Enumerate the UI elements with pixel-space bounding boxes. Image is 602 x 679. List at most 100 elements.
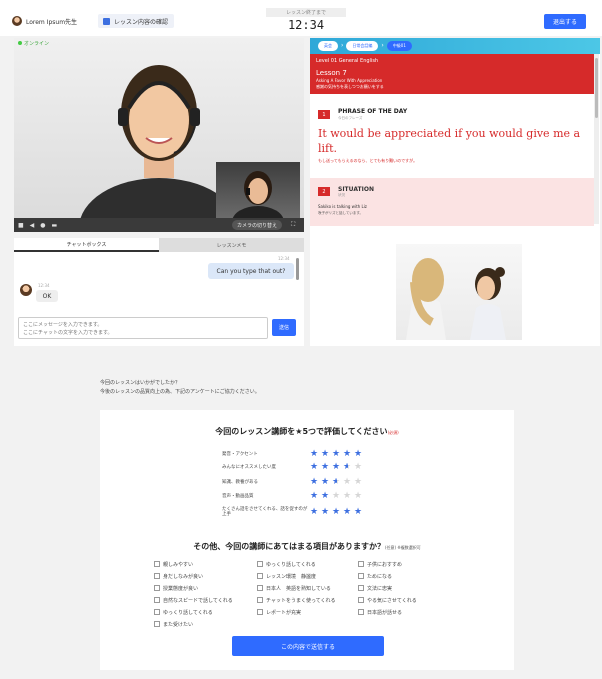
checkbox-option[interactable]: チャットをうまく使ってくれる xyxy=(257,596,336,604)
star-icon[interactable]: ★ xyxy=(343,491,353,501)
checkbox[interactable] xyxy=(257,561,263,567)
checkbox-option[interactable]: レッスン環境 静謐度 xyxy=(257,572,316,580)
star-icon[interactable]: ★ xyxy=(310,477,320,487)
submit-survey-button[interactable]: この内容で送信する xyxy=(232,636,384,656)
checkbox-option[interactable]: また受けたい xyxy=(154,620,193,628)
star-icon[interactable]: ★ xyxy=(321,507,331,517)
mic-icon[interactable]: ● xyxy=(40,222,45,229)
checkbox-option[interactable]: 子供におすすめ xyxy=(358,560,402,568)
checkbox[interactable] xyxy=(358,597,364,603)
scroll-thumb[interactable] xyxy=(595,58,598,118)
lesson-scrollbar[interactable] xyxy=(594,54,599,224)
checkbox-option[interactable]: ゆっくり話してくれる xyxy=(154,608,213,616)
breadcrumb-item-current[interactable]: 中級01 xyxy=(386,41,412,51)
checkbox-option[interactable]: 身だしなみが良い xyxy=(154,572,203,580)
star-icon[interactable]: ★ xyxy=(354,462,364,472)
star-icon[interactable]: ★ xyxy=(332,507,342,517)
star-icon[interactable]: ★ xyxy=(354,491,364,501)
star-icon[interactable]: ★ xyxy=(321,462,331,472)
situation-translation: 咲子がリズと話しています。 xyxy=(318,211,364,215)
breadcrumb-item[interactable]: 英会 xyxy=(318,41,338,51)
document-icon xyxy=(103,17,110,25)
checkbox[interactable] xyxy=(154,561,160,567)
checkbox[interactable] xyxy=(154,573,160,579)
star-icon[interactable]: ★ xyxy=(321,449,331,459)
chat-message-received: OK xyxy=(36,290,58,302)
star-rating[interactable]: ★ ★ ★ ★ ★ xyxy=(310,507,364,517)
checkbox[interactable] xyxy=(257,585,263,591)
timer-label: レッスン終了まで xyxy=(266,8,346,17)
checkbox-option[interactable]: ためになる xyxy=(358,572,392,580)
tab-lesson-memo[interactable]: レッスンメモ xyxy=(159,238,304,252)
star-icon[interactable]: ★ xyxy=(354,477,364,487)
star-icon[interactable]: ★ xyxy=(310,507,320,517)
checkbox[interactable] xyxy=(358,561,364,567)
survey-intro: 今回のレッスンはいかがでしたか？ xyxy=(100,380,181,386)
star-icon[interactable]: ★ xyxy=(354,507,364,517)
checkbox[interactable] xyxy=(257,573,263,579)
checkbox-option[interactable]: 文法に忠実 xyxy=(358,584,392,592)
phrase-section-subtitle: 今日のフレーズ xyxy=(338,116,363,120)
checkbox-question-text: その他、今回の講師にあてはまる項目がありますか？ xyxy=(193,542,385,551)
online-dot-icon xyxy=(18,41,22,45)
checkbox[interactable] xyxy=(154,621,160,627)
rating-row: 音声・動画品質 ★ ★ ★ ★ ★ xyxy=(222,491,382,501)
checkbox-label: チャットをうまく使ってくれる xyxy=(266,597,336,604)
star-icon[interactable]: ★ xyxy=(343,449,353,459)
checkbox-option[interactable]: 日本人 英語を熟知している xyxy=(257,584,331,592)
star-icon[interactable]: ★ xyxy=(321,491,331,501)
checkbox-label: 子供におすすめ xyxy=(367,561,403,568)
checkbox[interactable] xyxy=(154,585,160,591)
exit-button[interactable]: 退出する xyxy=(544,14,586,29)
breadcrumb-item[interactable]: 日常会話編 xyxy=(346,41,379,51)
star-icon[interactable]: ★ xyxy=(343,477,353,487)
star-icon[interactable]: ★ xyxy=(310,491,320,501)
checkbox[interactable] xyxy=(358,609,364,615)
star-icon[interactable]: ★ xyxy=(310,462,320,472)
star-icon[interactable]: ★ xyxy=(310,449,320,459)
volume-icon[interactable]: ▬ xyxy=(52,222,58,229)
star-rating[interactable]: ★ ★ ★ ★ ★ xyxy=(310,449,364,459)
star-icon[interactable]: ★ xyxy=(354,449,364,459)
star-icon[interactable]: ★ xyxy=(343,507,353,517)
checkbox-label: 親しみやすい xyxy=(163,561,194,568)
star-rating[interactable]: ★ ★ ★ ★ ★ xyxy=(310,462,364,472)
checkbox[interactable] xyxy=(358,573,364,579)
star-rating[interactable]: ★ ★ ★ ★ ★ xyxy=(310,477,364,487)
speaker-icon[interactable]: ◀ xyxy=(30,222,35,229)
chat-input[interactable] xyxy=(18,317,268,339)
lesson-subtitle: Asking A Favor With Appreciation xyxy=(316,78,383,83)
checkbox-option[interactable]: ゆっくり話してくれる xyxy=(257,560,316,568)
checkbox-option[interactable]: 授業態度が良い xyxy=(154,584,198,592)
star-icon[interactable]: ★ xyxy=(332,477,342,487)
star-rating[interactable]: ★ ★ ★ ★ ★ xyxy=(310,491,364,501)
lesson-content-button[interactable]: レッスン内容の確認 xyxy=(98,14,174,28)
camera-icon[interactable]: ■ xyxy=(18,222,24,229)
checkbox-label: また受けたい xyxy=(163,621,194,628)
star-icon[interactable]: ★ xyxy=(332,491,342,501)
checkbox-option[interactable]: やる気にさせてくれる xyxy=(358,596,417,604)
rating-question-title: 今回のレッスン講師を★5つで評価してください(必須) xyxy=(100,426,514,437)
tab-chatbox[interactable]: チャットボックス xyxy=(14,238,159,252)
chat-scrollbar[interactable] xyxy=(296,258,299,280)
rating-label: たくさん話をさせてくれる、話を促すのが上手 xyxy=(222,507,308,517)
checkbox[interactable] xyxy=(358,585,364,591)
camera-switch-button[interactable]: カメラの切り替え xyxy=(232,220,282,230)
checkbox[interactable] xyxy=(154,597,160,603)
star-icon[interactable]: ★ xyxy=(321,477,331,487)
star-icon[interactable]: ★ xyxy=(332,462,342,472)
star-icon[interactable]: ★ xyxy=(343,462,353,472)
checkbox-option[interactable]: 自然なスピードで話してくれる xyxy=(154,596,233,604)
checkbox-option[interactable]: 日本語が話せる xyxy=(358,608,402,616)
checkbox-option[interactable]: 親しみやすい xyxy=(154,560,193,568)
checkbox[interactable] xyxy=(257,609,263,615)
section-number: 2 xyxy=(318,187,330,196)
fullscreen-icon[interactable]: ⛶ xyxy=(291,221,295,229)
chevron-right-icon: › xyxy=(341,42,344,49)
checkbox[interactable] xyxy=(257,597,263,603)
send-button[interactable]: 送信 xyxy=(272,319,296,336)
checkbox-option[interactable]: レポートが充実 xyxy=(257,608,301,616)
star-icon[interactable]: ★ xyxy=(332,449,342,459)
checkbox[interactable] xyxy=(154,609,160,615)
online-status: オンライン xyxy=(18,40,49,47)
